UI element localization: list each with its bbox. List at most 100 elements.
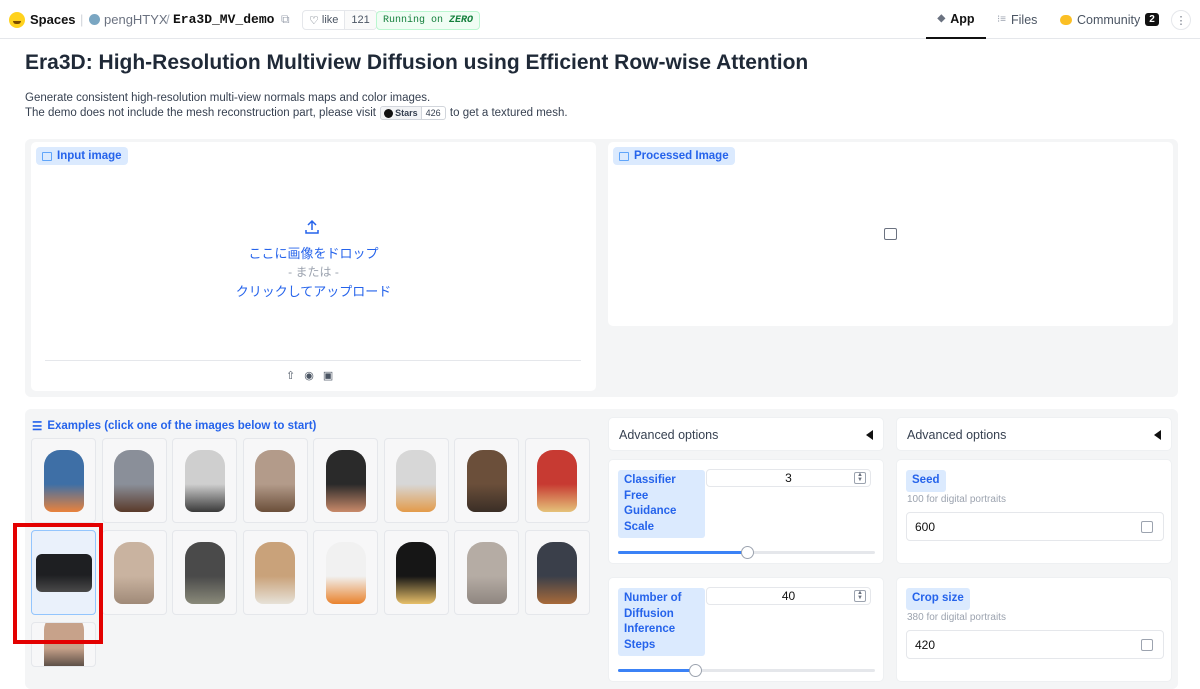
owner-link[interactable]: pengHTYX — [89, 0, 168, 39]
image-placeholder-icon — [884, 228, 897, 240]
seed-value: 600 — [915, 519, 936, 534]
hugging-face-icon — [9, 11, 25, 28]
tab-community-label: Community — [1077, 12, 1141, 27]
example-image — [184, 541, 225, 604]
example-thumbnail[interactable] — [454, 530, 519, 615]
processed-image-panel: Processed Image — [608, 142, 1173, 326]
click-to-upload[interactable]: クリックしてアップロード — [31, 281, 596, 300]
selection-highlight — [13, 523, 103, 644]
steps-control: Number of Diffusion Inference Steps 40 ▲… — [608, 577, 884, 682]
stepper-icon[interactable] — [1141, 521, 1153, 533]
upload-source-icon[interactable]: ⇧ — [286, 369, 295, 382]
input-image-label-text: Input image — [57, 150, 122, 162]
example-thumbnail[interactable] — [242, 438, 308, 523]
upload-icon — [305, 219, 319, 234]
advanced-options-toggle[interactable]: Advanced options — [897, 418, 1171, 452]
stars-label: Stars — [395, 107, 418, 118]
like-button[interactable]: ♡ like 121 — [302, 10, 377, 30]
example-thumbnail[interactable] — [313, 530, 378, 615]
seed-label: Seed — [906, 470, 946, 492]
description-line-1: Generate consistent high-resolution mult… — [25, 92, 431, 104]
examples-label: ☰ Examples (click one of the images belo… — [32, 419, 316, 433]
app-page: Era3D: High-Resolution Multiview Diffusi… — [0, 39, 1200, 689]
github-icon — [384, 108, 394, 118]
example-thumbnail[interactable] — [101, 530, 167, 615]
tab-files[interactable]: ⁝≡ Files — [997, 0, 1037, 39]
example-thumbnail[interactable] — [524, 438, 590, 523]
advanced-options-right: Advanced options — [896, 417, 1172, 451]
input-image-panel[interactable]: Input image ここに画像をドロップ - または - クリックしてアップ… — [31, 142, 596, 391]
seed-control: Seed 100 for digital portraits 600 — [896, 459, 1172, 564]
description-line-2: The demo does not include the mesh recon… — [25, 106, 568, 121]
example-image — [255, 449, 295, 512]
files-icon: ⁝≡ — [997, 14, 1007, 25]
stars-count: 426 — [420, 107, 445, 119]
drop-zone-text[interactable]: ここに画像をドロップ — [31, 243, 596, 262]
cfg-scale-slider[interactable] — [618, 546, 875, 559]
example-thumbnail[interactable] — [172, 438, 237, 523]
community-icon — [1060, 14, 1072, 25]
tab-community[interactable]: Community 2 — [1060, 0, 1159, 39]
example-thumbnail[interactable] — [383, 530, 449, 615]
steps-input[interactable]: 40 ▲ ▼ — [706, 587, 871, 605]
clipboard-icon[interactable]: ▣ — [323, 369, 333, 382]
example-thumbnail[interactable] — [383, 438, 449, 523]
owner-avatar — [89, 14, 100, 25]
spaces-link[interactable]: Spaces — [9, 0, 76, 39]
example-thumbnail[interactable] — [524, 530, 590, 615]
repo-name[interactable]: Era3D_MV_demo — [173, 0, 274, 39]
example-image — [255, 541, 295, 604]
input-row: Input image ここに画像をドロップ - または - クリックしてアップ… — [25, 139, 1178, 397]
stepper-icon[interactable]: ▲ ▼ — [854, 590, 866, 602]
steps-slider-handle[interactable] — [689, 664, 703, 677]
crop-size-control: Crop size 380 for digital portraits 420 — [896, 577, 1172, 682]
example-thumbnail[interactable] — [313, 438, 378, 523]
example-image — [466, 541, 507, 604]
description: Generate consistent high-resolution mult… — [25, 91, 568, 121]
example-thumbnail[interactable] — [242, 530, 308, 615]
list-icon: ☰ — [32, 421, 43, 433]
example-image — [396, 449, 436, 512]
cfg-scale-value: 3 — [785, 471, 792, 485]
examples-label-text: Examples (click one of the images below … — [47, 420, 317, 432]
seed-input[interactable]: 600 — [906, 512, 1164, 541]
stepper-icon[interactable]: ▲ ▼ — [854, 472, 866, 484]
example-image — [43, 449, 84, 512]
seed-hint: 100 for digital portraits — [907, 494, 1006, 505]
copy-icon[interactable]: ⧉ — [281, 0, 290, 39]
example-thumbnail[interactable] — [31, 438, 96, 523]
example-image — [466, 449, 507, 512]
github-stars-badge[interactable]: Stars 426 — [380, 106, 446, 120]
status-badge: Running on ZERO — [376, 11, 481, 30]
steps-slider[interactable] — [618, 664, 875, 677]
stepper-icon[interactable] — [1141, 639, 1153, 651]
image-icon — [619, 151, 629, 161]
example-thumbnail[interactable] — [454, 438, 519, 523]
image-icon — [42, 151, 52, 161]
crop-size-label: Crop size — [906, 588, 970, 610]
crop-size-hint: 380 for digital portraits — [907, 612, 1006, 623]
example-image — [184, 449, 225, 512]
divider — [45, 360, 581, 361]
spaces-label: Spaces — [30, 12, 76, 27]
top-bar: Spaces | pengHTYX / Era3D_MV_demo ⧉ ♡ lik… — [0, 0, 1200, 39]
processed-image-label-text: Processed Image — [634, 150, 729, 162]
more-options-icon[interactable]: ⋮ — [1171, 10, 1191, 30]
collapse-icon — [1154, 430, 1161, 440]
cfg-scale-slider-handle[interactable] — [740, 546, 754, 559]
webcam-icon[interactable]: ◉ — [304, 369, 314, 382]
divider: | — [80, 12, 84, 27]
example-thumbnail[interactable] — [172, 530, 237, 615]
crop-size-input[interactable]: 420 — [906, 630, 1164, 659]
example-image — [537, 541, 577, 604]
example-image — [396, 541, 436, 604]
cfg-scale-label: Classifier Free Guidance Scale — [618, 470, 705, 538]
like-count: 121 — [344, 11, 376, 29]
heart-icon: ♡ — [309, 14, 319, 27]
example-thumbnail[interactable] — [101, 438, 167, 523]
example-image — [114, 449, 154, 512]
description-text-b: to get a textured mesh. — [449, 107, 568, 120]
advanced-options-toggle[interactable]: Advanced options — [609, 418, 883, 452]
cfg-scale-input[interactable]: 3 ▲ ▼ — [706, 469, 871, 487]
tab-app[interactable]: ◆ App — [926, 0, 986, 39]
